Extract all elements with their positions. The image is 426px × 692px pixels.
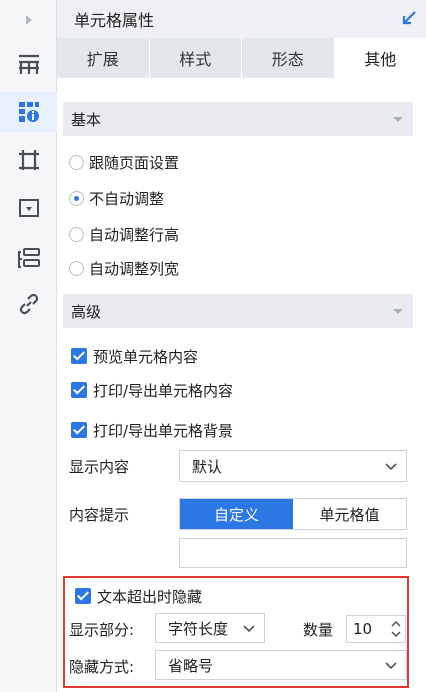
collapse-triangle-icon bbox=[393, 309, 403, 314]
hide-mode-label: 隐藏方式: bbox=[69, 657, 135, 676]
checkbox[interactable] bbox=[71, 422, 87, 438]
checkbox-label: 预览单元格内容 bbox=[93, 347, 199, 366]
tooltip-custom-button[interactable]: 自定义 bbox=[180, 499, 293, 529]
basic-section-header[interactable]: 基本 bbox=[63, 102, 413, 136]
hyperlink-icon[interactable] bbox=[0, 284, 57, 324]
radio-button[interactable] bbox=[69, 154, 84, 170]
radio-button[interactable] bbox=[69, 190, 84, 206]
radio-label: 自动调整行高 bbox=[89, 225, 180, 244]
property-tabs: 扩展 样式 形态 其他 bbox=[57, 38, 426, 78]
tooltip-label: 内容提示 bbox=[69, 505, 130, 524]
check-hide-overflow[interactable]: 文本超出时隐藏 bbox=[75, 584, 202, 608]
display-part-label: 显示部分: bbox=[69, 620, 135, 639]
checkbox-label: 打印/导出单元格内容 bbox=[93, 381, 234, 400]
count-value: 10 bbox=[353, 620, 373, 638]
expand-arrow-icon[interactable] bbox=[0, 2, 57, 38]
radio-follow-page[interactable]: 跟随页面设置 bbox=[69, 150, 179, 174]
radio-label: 跟随页面设置 bbox=[89, 153, 180, 172]
radio-no-auto-adjust[interactable]: 不自动调整 bbox=[69, 186, 164, 210]
left-sidebar bbox=[0, 0, 57, 692]
collapse-triangle-icon bbox=[393, 117, 403, 122]
chevron-down-icon bbox=[242, 622, 256, 640]
radio-button[interactable] bbox=[69, 260, 84, 276]
checkbox-label: 打印/导出单元格背景 bbox=[93, 421, 234, 440]
widget-icon[interactable] bbox=[0, 188, 57, 228]
select-value: 默认 bbox=[192, 457, 223, 476]
count-label: 数量 bbox=[303, 620, 334, 639]
tooltip-segmented-control: 自定义 单元格值 bbox=[179, 498, 407, 530]
properties-content: 基本 跟随页面设置 不自动调整 自动调整行高 自动调整列宽 高级 预览单元格内容 bbox=[57, 78, 426, 692]
tab-other[interactable]: 其他 bbox=[334, 38, 426, 78]
check-print-background[interactable]: 打印/导出单元格背景 bbox=[71, 418, 233, 442]
check-print-content[interactable]: 打印/导出单元格内容 bbox=[71, 378, 233, 402]
check-preview-cell[interactable]: 预览单元格内容 bbox=[71, 344, 198, 368]
advanced-section-header[interactable]: 高级 bbox=[63, 294, 413, 328]
select-value: 省略号 bbox=[168, 656, 214, 675]
radio-label: 不自动调整 bbox=[89, 189, 165, 208]
cell-properties-panel: 单元格属性 扩展 样式 形态 其他 基本 跟随页面设置 不自动调整 自动调整行高 bbox=[57, 0, 426, 692]
display-content-select[interactable]: 默认 bbox=[179, 450, 407, 482]
radio-auto-row-height[interactable]: 自动调整行高 bbox=[69, 222, 179, 246]
panel-title: 单元格属性 bbox=[74, 11, 155, 30]
checkbox[interactable] bbox=[71, 348, 87, 364]
advanced-section-title: 高级 bbox=[71, 302, 102, 321]
border-icon[interactable] bbox=[0, 140, 57, 180]
tab-style[interactable]: 样式 bbox=[150, 38, 242, 78]
radio-auto-column-width[interactable]: 自动调整列宽 bbox=[69, 256, 179, 280]
tab-form[interactable]: 形态 bbox=[242, 38, 335, 78]
select-value: 字符长度 bbox=[168, 619, 229, 638]
checkbox[interactable] bbox=[71, 382, 87, 398]
chevron-down-icon bbox=[384, 460, 398, 478]
chevron-down-icon bbox=[384, 659, 398, 677]
radio-button[interactable] bbox=[69, 226, 84, 242]
stepper-arrows-icon[interactable] bbox=[389, 618, 403, 640]
basic-section-title: 基本 bbox=[71, 110, 102, 129]
radio-label: 自动调整列宽 bbox=[89, 259, 180, 278]
display-part-select[interactable]: 字符长度 bbox=[155, 613, 265, 643]
count-stepper[interactable]: 10 bbox=[346, 615, 406, 643]
condition-attribute-icon[interactable] bbox=[0, 238, 57, 278]
display-content-label: 显示内容 bbox=[69, 457, 130, 476]
panel-header: 单元格属性 bbox=[57, 0, 426, 38]
tooltip-cell-value-button[interactable]: 单元格值 bbox=[293, 499, 406, 529]
checkbox[interactable] bbox=[75, 588, 91, 604]
table-structure-icon[interactable] bbox=[0, 44, 57, 84]
collapse-arrow-icon[interactable] bbox=[400, 9, 418, 31]
cell-properties-icon[interactable] bbox=[0, 92, 57, 132]
hide-mode-select[interactable]: 省略号 bbox=[155, 650, 407, 680]
tab-expand[interactable]: 扩展 bbox=[57, 38, 150, 78]
tooltip-text-input[interactable] bbox=[179, 538, 407, 568]
checkbox-label: 文本超出时隐藏 bbox=[97, 587, 203, 606]
